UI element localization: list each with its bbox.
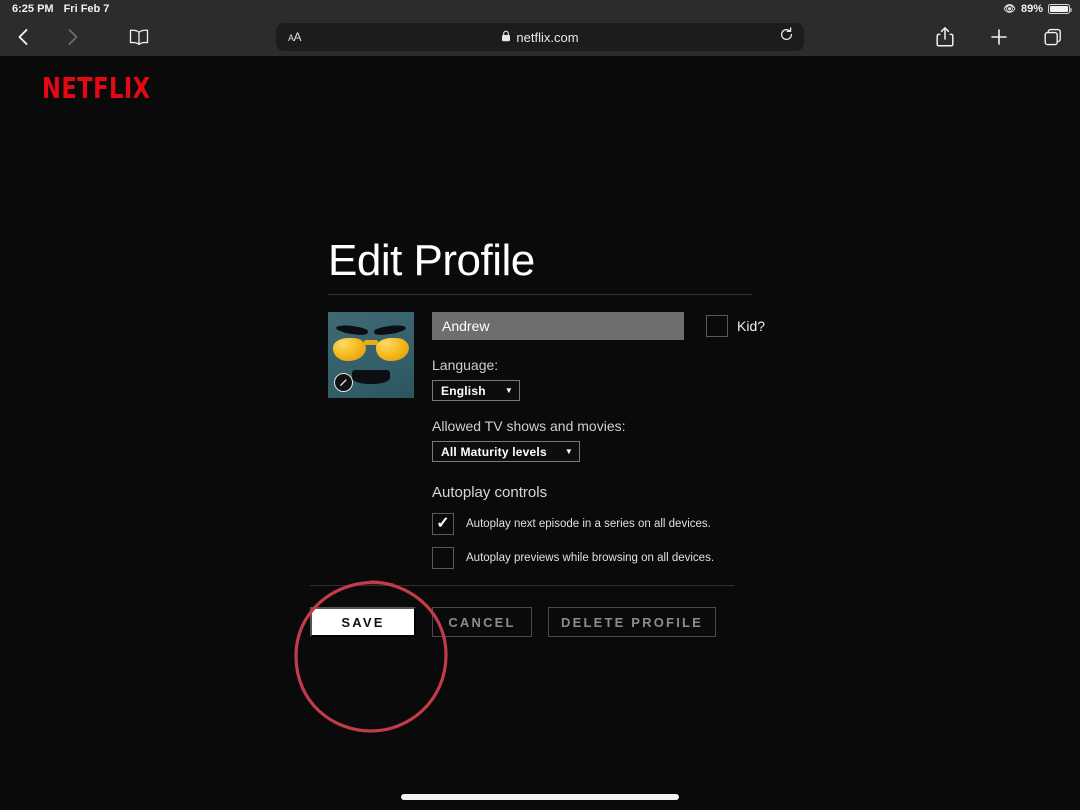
browser-toolbar: AA netflix.com bbox=[0, 18, 1080, 56]
address-bar[interactable]: AA netflix.com bbox=[276, 23, 804, 51]
chevron-down-icon: ▼ bbox=[504, 386, 513, 396]
profile-name-input[interactable] bbox=[432, 312, 684, 341]
eyebrow-left-icon bbox=[335, 323, 369, 337]
netflix-page: NETFLIX Edit Profile Andrew Kid? Languag… bbox=[0, 56, 1080, 810]
kid-checkbox-label: Kid? bbox=[737, 318, 766, 335]
status-time: 6:25 PM bbox=[12, 3, 54, 15]
share-button[interactable] bbox=[930, 22, 960, 52]
language-value: English bbox=[441, 383, 486, 398]
battery-icon bbox=[1048, 4, 1072, 14]
new-tab-button[interactable] bbox=[984, 22, 1014, 52]
pencil-icon[interactable] bbox=[334, 373, 353, 393]
sunglasses-icon bbox=[333, 338, 409, 362]
edit-profile-form: Edit Profile Andrew Kid? Language: Engli… bbox=[310, 236, 765, 638]
chevron-down-icon: ▼ bbox=[564, 447, 573, 457]
save-button[interactable]: SAVE bbox=[310, 607, 416, 638]
fields-column: Kid? Language: English ▼ Allowed TV show… bbox=[310, 312, 766, 638]
profile-row: Kid? Language: English ▼ Allowed TV show… bbox=[310, 312, 765, 638]
autoplay-next-episode-label: Autoplay next episode in a series on all… bbox=[466, 518, 711, 531]
kid-checkbox-group[interactable]: Kid? bbox=[706, 315, 766, 338]
battery-percent: 89% bbox=[1020, 3, 1043, 15]
status-date: Fri Feb 7 bbox=[63, 3, 110, 15]
back-button[interactable] bbox=[8, 22, 38, 52]
tabs-button[interactable] bbox=[1038, 22, 1068, 52]
autoplay-previews-checkbox[interactable] bbox=[432, 547, 454, 570]
form-buttons: SAVE CANCEL DELETE PROFILE bbox=[310, 607, 765, 638]
status-bar-right: 👁 89% bbox=[1003, 3, 1072, 15]
netflix-logo[interactable]: NETFLIX bbox=[42, 72, 151, 105]
maturity-value: All Maturity levels bbox=[441, 444, 547, 459]
buttons-divider bbox=[310, 585, 734, 587]
check-icon: ✓ bbox=[436, 515, 450, 533]
autoplay-next-episode-checkbox[interactable]: ✓ bbox=[432, 513, 454, 536]
url-display: netflix.com bbox=[276, 30, 804, 45]
home-indicator bbox=[401, 794, 679, 800]
language-label: Language: bbox=[432, 357, 499, 374]
maturity-label: Allowed TV shows and movies: bbox=[432, 418, 626, 435]
ipad-screen: 6:25 PM Fri Feb 7 👁 89% AA netflix.com N… bbox=[0, 0, 1080, 810]
forward-button[interactable] bbox=[58, 22, 88, 52]
autoplay-section-title: Autoplay controls bbox=[432, 484, 548, 502]
status-bar: 6:25 PM Fri Feb 7 👁 89% bbox=[0, 0, 1080, 18]
autoplay-next-episode-row[interactable]: ✓ Autoplay next episode in a series on a… bbox=[432, 513, 765, 536]
kid-checkbox[interactable] bbox=[706, 315, 728, 338]
url-text: netflix.com bbox=[516, 29, 579, 45]
maturity-dropdown[interactable]: All Maturity levels ▼ bbox=[432, 441, 580, 463]
lock-icon bbox=[501, 30, 511, 45]
bookmarks-button[interactable] bbox=[124, 22, 154, 52]
title-divider bbox=[328, 294, 752, 296]
mustache-icon bbox=[352, 370, 390, 385]
status-bar-left: 6:25 PM Fri Feb 7 bbox=[12, 3, 109, 15]
navigation-buttons bbox=[8, 22, 154, 52]
toolbar-right-buttons bbox=[930, 22, 1068, 52]
reload-button[interactable] bbox=[779, 27, 794, 47]
avatar[interactable] bbox=[328, 312, 414, 399]
language-dropdown[interactable]: English ▼ bbox=[432, 380, 520, 402]
name-row: Kid? bbox=[432, 312, 766, 341]
eyebrow-right-icon bbox=[373, 323, 407, 337]
page-title: Edit Profile bbox=[328, 236, 535, 285]
delete-profile-button[interactable]: DELETE PROFILE bbox=[548, 607, 716, 638]
autoplay-previews-row[interactable]: Autoplay previews while browsing on all … bbox=[432, 547, 765, 570]
eye-icon: 👁 bbox=[1003, 3, 1016, 15]
autoplay-previews-label: Autoplay previews while browsing on all … bbox=[466, 552, 715, 565]
text-size-button[interactable]: AA bbox=[288, 30, 302, 44]
cancel-button[interactable]: CANCEL bbox=[432, 607, 532, 638]
